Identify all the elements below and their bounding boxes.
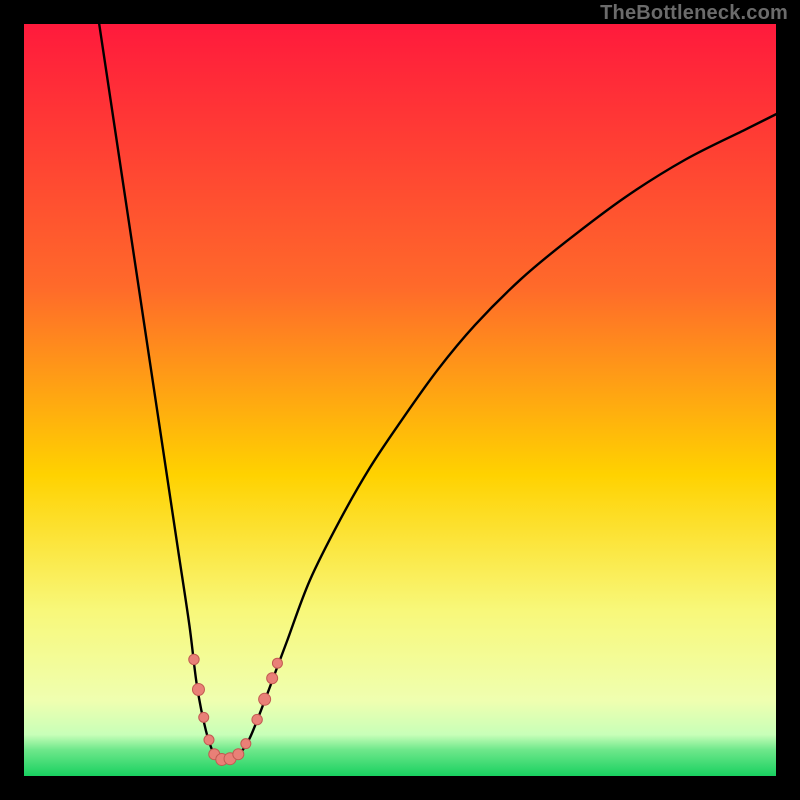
curve-marker: [192, 684, 204, 696]
curve-marker: [259, 693, 271, 705]
curve-marker: [233, 749, 244, 760]
curve-marker: [204, 735, 214, 745]
curve-marker: [252, 714, 262, 724]
chart-frame: [24, 24, 776, 776]
bottleneck-chart: [24, 24, 776, 776]
curve-marker: [199, 712, 209, 722]
curve-marker: [272, 658, 282, 668]
chart-background: [24, 24, 776, 776]
curve-marker: [189, 654, 199, 664]
curve-marker: [267, 673, 278, 684]
curve-marker: [241, 739, 251, 749]
watermark-text: TheBottleneck.com: [600, 2, 788, 25]
